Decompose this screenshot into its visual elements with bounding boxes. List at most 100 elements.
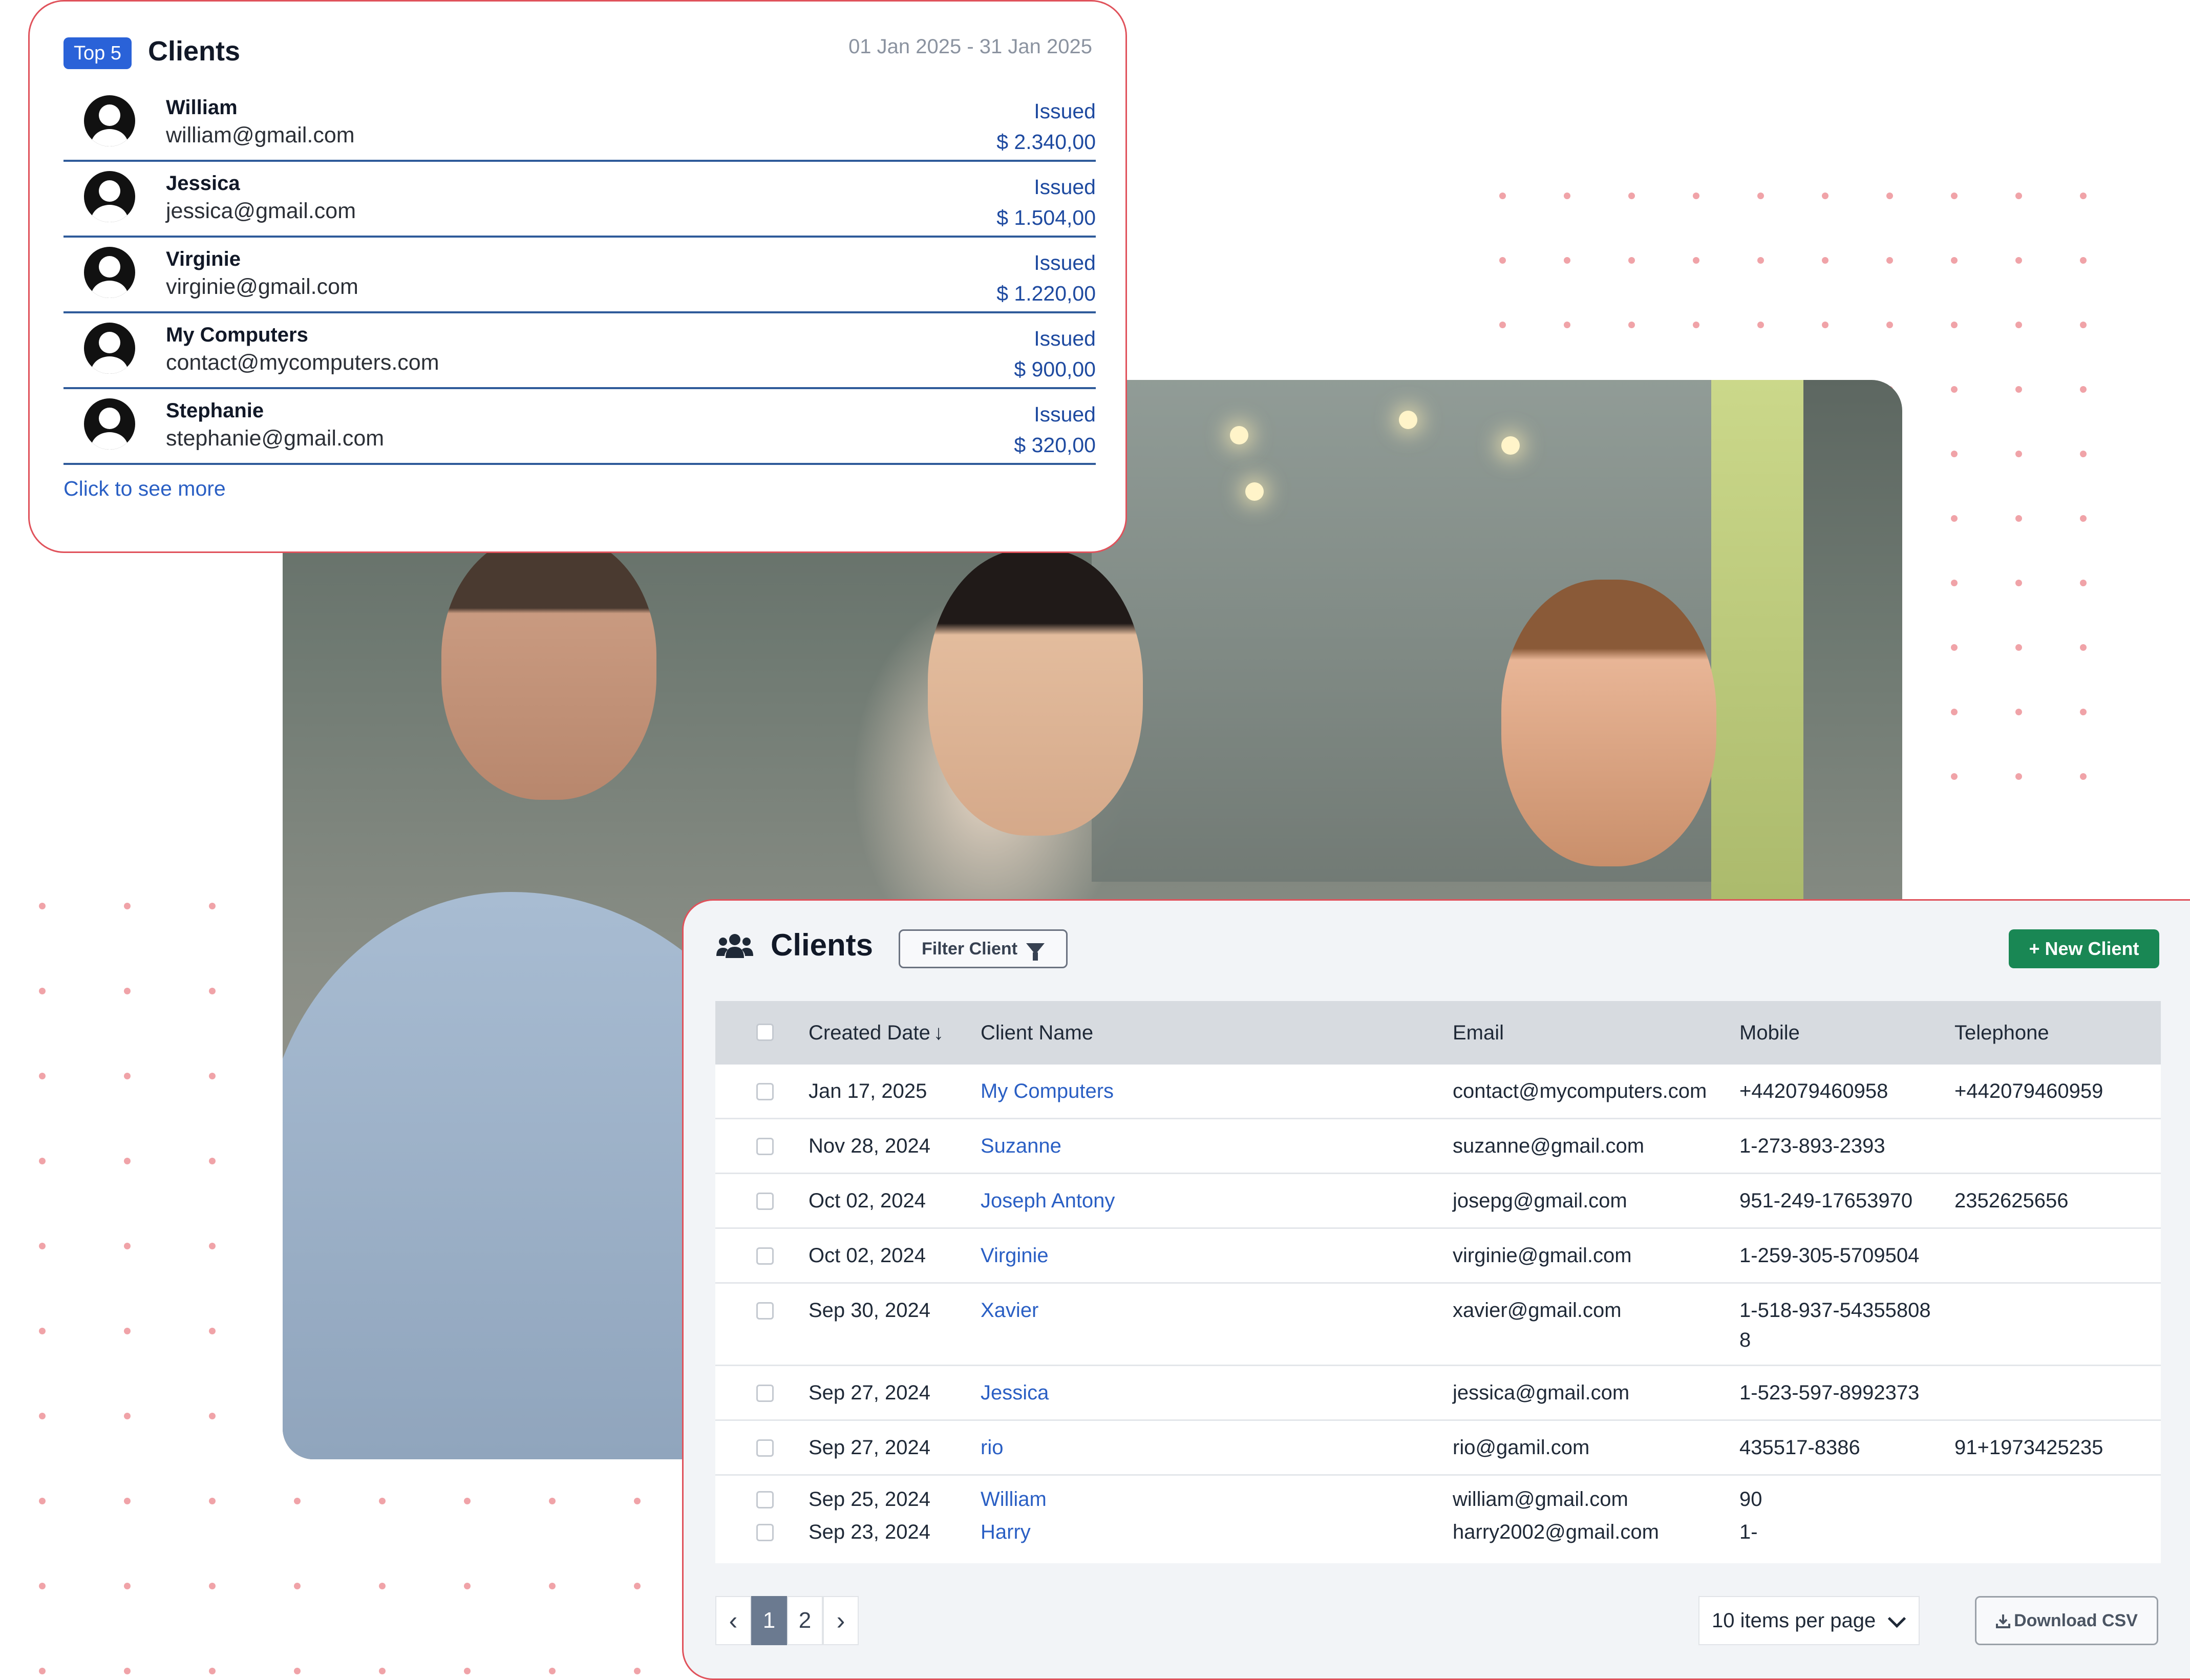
decorative-dot <box>1951 644 1958 651</box>
invoice-status: Issued <box>1034 402 1096 426</box>
decorative-dot <box>1564 193 1570 199</box>
table-row[interactable]: Oct 02, 2024 Virginie virginie@gmail.com… <box>715 1229 2161 1284</box>
created-date: Oct 02, 2024 <box>809 1189 926 1212</box>
download-csv-label: Download CSV <box>2014 1611 2138 1630</box>
decorative-dot <box>1693 193 1699 199</box>
download-csv-button[interactable]: Download CSV <box>1975 1596 2158 1645</box>
client-mobile: +442079460958 <box>1739 1080 1888 1102</box>
client-name-link[interactable]: Suzanne <box>981 1135 1061 1158</box>
decorative-dot <box>1822 257 1828 264</box>
user-avatar-icon <box>84 323 135 374</box>
column-header-created-date[interactable]: Created Date ↓ <box>809 1022 944 1045</box>
select-all-checkbox[interactable] <box>756 1024 774 1041</box>
decorative-dot <box>209 1668 216 1674</box>
top-client-row[interactable]: Virginie virginie@gmail.com Issued $ 1.2… <box>63 238 1096 313</box>
decorative-dot <box>124 1668 131 1674</box>
decorative-dot <box>1822 322 1828 328</box>
page-button-2[interactable]: 2 <box>787 1596 823 1645</box>
table-row[interactable]: Sep 30, 2024 Xavier xavier@gmail.com 1-5… <box>715 1284 2161 1366</box>
table-row[interactable]: Jan 17, 2025 My Computers contact@mycomp… <box>715 1065 2161 1119</box>
client-email: virginie@gmail.com <box>166 274 358 299</box>
row-checkbox[interactable] <box>756 1193 774 1210</box>
client-name-link[interactable]: Jessica <box>981 1381 1049 1405</box>
column-header-client-name[interactable]: Client Name <box>981 1022 1093 1045</box>
row-checkbox[interactable] <box>756 1247 774 1265</box>
decorative-dot <box>209 1498 216 1504</box>
table-row[interactable]: Nov 28, 2024 Suzanne suzanne@gmail.com 1… <box>715 1119 2161 1174</box>
client-telephone: 91+1973425235 <box>1954 1436 2103 1459</box>
decorative-dot <box>2015 515 2022 522</box>
table-row[interactable]: Sep 27, 2024 Jessica jessica@gmail.com 1… <box>715 1366 2161 1421</box>
decorative-dot <box>464 1498 471 1504</box>
decorative-dot <box>124 1413 131 1419</box>
table-row[interactable]: Sep 25, 2024 William william@gmail.com 9… <box>715 1476 2161 1511</box>
decorative-dot <box>2015 386 2022 393</box>
client-name-link[interactable]: Xavier <box>981 1299 1038 1322</box>
chevron-left-icon[interactable]: ‹ <box>715 1596 751 1645</box>
decorative-dot <box>1951 580 1958 586</box>
table-row[interactable]: Oct 02, 2024 Joseph Antony josepg@gmail.… <box>715 1174 2161 1229</box>
client-email: william@gmail.com <box>166 123 355 147</box>
row-checkbox[interactable] <box>756 1385 774 1402</box>
client-email: stephanie@gmail.com <box>166 426 385 451</box>
decorative-dot <box>39 1243 46 1249</box>
decorative-dot <box>2015 257 2022 264</box>
decorative-dot <box>1693 322 1699 328</box>
top-client-row[interactable]: My Computers contact@mycomputers.com Iss… <box>63 313 1096 389</box>
decorative-dot <box>1886 257 1893 264</box>
client-name-link[interactable]: Joseph Antony <box>981 1189 1115 1213</box>
column-header-mobile[interactable]: Mobile <box>1739 1022 1800 1045</box>
invoice-status: Issued <box>1034 251 1096 274</box>
client-name: William <box>166 96 238 119</box>
created-date: Nov 28, 2024 <box>809 1135 930 1157</box>
top-clients-card: Top 5 Clients 01 Jan 2025 - 31 Jan 2025 … <box>28 0 1127 553</box>
row-checkbox[interactable] <box>756 1302 774 1320</box>
column-header-telephone[interactable]: Telephone <box>1954 1022 2049 1045</box>
decorative-dot <box>294 1498 301 1504</box>
row-checkbox[interactable] <box>756 1524 774 1541</box>
row-checkbox[interactable] <box>756 1491 774 1508</box>
client-name-link[interactable]: My Computers <box>981 1080 1114 1103</box>
decorative-dot <box>2080 773 2087 780</box>
row-checkbox[interactable] <box>756 1439 774 1457</box>
page-button-1[interactable]: 1 <box>751 1596 787 1645</box>
decorative-dot <box>124 903 131 909</box>
items-per-page-select[interactable]: 10 items per page <box>1698 1596 1920 1645</box>
table-row[interactable]: Sep 27, 2024 rio rio@gamil.com 435517-83… <box>715 1421 2161 1476</box>
row-checkbox[interactable] <box>756 1138 774 1155</box>
decorative-dot <box>124 988 131 994</box>
invoice-amount: $ 900,00 <box>1014 357 1096 381</box>
row-checkbox[interactable] <box>756 1083 774 1100</box>
column-header-email[interactable]: Email <box>1453 1022 1504 1045</box>
chevron-down-icon <box>1887 1609 1906 1628</box>
client-name-link[interactable]: William <box>981 1488 1047 1511</box>
decorative-dot <box>39 1668 46 1674</box>
client-name-link[interactable]: Harry <box>981 1521 1031 1544</box>
client-email: suzanne@gmail.com <box>1453 1135 1645 1157</box>
top-client-row[interactable]: Stephanie stephanie@gmail.com Issued $ 3… <box>63 389 1096 465</box>
decorative-dot <box>209 1243 216 1249</box>
top-client-row[interactable]: Jessica jessica@gmail.com Issued $ 1.504… <box>63 162 1096 238</box>
decorative-dot <box>2080 451 2087 457</box>
page-title: Clients <box>771 928 874 962</box>
decorative-dot <box>379 1498 386 1504</box>
new-client-button[interactable]: + New Client <box>2009 929 2159 968</box>
client-name-link[interactable]: rio <box>981 1436 1003 1459</box>
decorative-dot <box>2015 580 2022 586</box>
chevron-right-icon[interactable]: › <box>823 1596 859 1645</box>
top-client-row[interactable]: William william@gmail.com Issued $ 2.340… <box>63 86 1096 162</box>
decorative-dot <box>2080 257 2087 264</box>
invoice-status: Issued <box>1034 175 1096 199</box>
client-mobile: 1-273-893-2393 <box>1739 1135 1885 1157</box>
created-date: Sep 27, 2024 <box>809 1436 930 1459</box>
decorative-dot <box>209 1073 216 1079</box>
client-name: Jessica <box>166 172 240 195</box>
filter-client-button[interactable]: Filter Client <box>899 929 1068 968</box>
user-avatar-icon <box>84 95 135 146</box>
see-more-link[interactable]: Click to see more <box>63 477 226 501</box>
decorative-dot <box>1757 322 1764 328</box>
decorative-dot <box>549 1583 556 1589</box>
decorative-dot <box>549 1498 556 1504</box>
client-name-link[interactable]: Virginie <box>981 1244 1049 1267</box>
table-row[interactable]: Sep 23, 2024 Harry harry2002@gmail.com 1… <box>715 1508 2161 1563</box>
